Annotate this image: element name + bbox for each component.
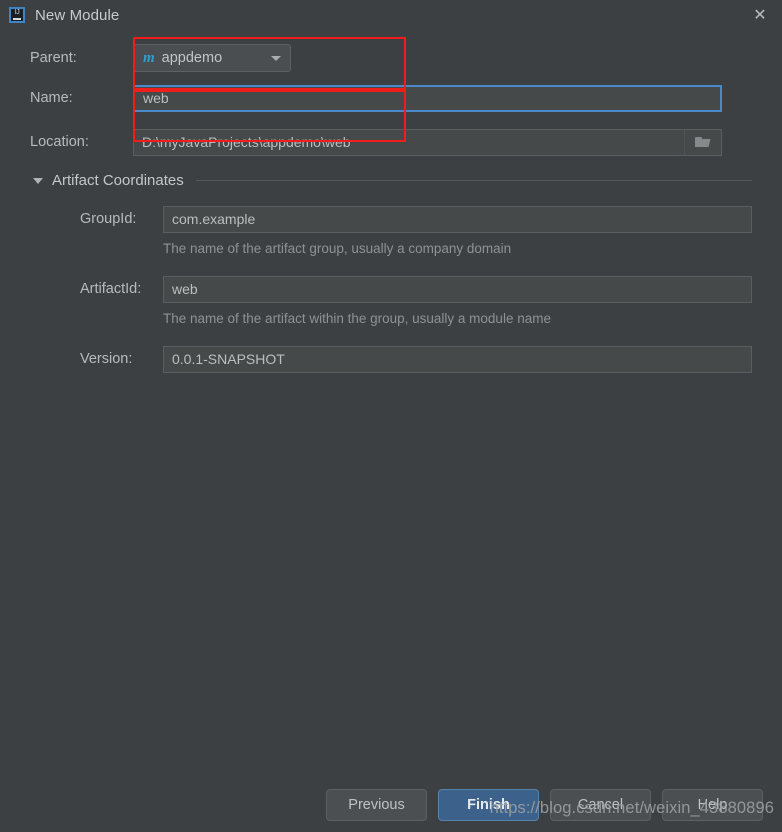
- version-row: Version: 0.0.1-SNAPSHOT: [0, 343, 782, 375]
- artifact-id-input[interactable]: web: [163, 275, 752, 303]
- section-divider: [195, 180, 752, 181]
- artifact-coordinates-title: Artifact Coordinates: [52, 172, 184, 189]
- finish-button[interactable]: Finish: [438, 789, 539, 821]
- intellij-idea-icon: IJ: [9, 7, 25, 23]
- name-label: Name:: [30, 90, 73, 106]
- location-label: Location:: [30, 134, 89, 150]
- artifact-id-label: ArtifactId:: [80, 281, 142, 297]
- title-bar: IJ New Module ✕: [0, 0, 782, 30]
- dialog-button-bar: Previous Finish Cancel Help: [0, 789, 782, 821]
- help-button[interactable]: Help: [662, 789, 763, 821]
- parent-dropdown[interactable]: m appdemo: [133, 44, 291, 72]
- version-input[interactable]: 0.0.1-SNAPSHOT: [163, 345, 752, 373]
- group-id-row: GroupId: com.example: [0, 203, 782, 235]
- cancel-button[interactable]: Cancel: [550, 789, 651, 821]
- group-id-input[interactable]: com.example: [163, 205, 752, 233]
- artifact-id-hint: The name of the artifact within the grou…: [163, 310, 551, 326]
- location-field-wrapper: D:\myJavaProjects\appdemo\web: [133, 128, 722, 156]
- triangle-down-icon: [33, 177, 43, 184]
- parent-label: Parent:: [30, 50, 77, 66]
- new-module-form: Parent: m appdemo Name: web Location: D:…: [0, 30, 782, 375]
- name-row: Name: web: [0, 82, 782, 114]
- artifact-id-row: ArtifactId: web: [0, 273, 782, 305]
- close-icon[interactable]: ✕: [750, 6, 770, 26]
- version-label: Version:: [80, 351, 133, 367]
- location-row: Location: D:\myJavaProjects\appdemo\web: [0, 126, 782, 158]
- parent-value: appdemo: [161, 50, 223, 66]
- maven-module-icon: m: [143, 49, 155, 66]
- folder-icon[interactable]: [684, 129, 721, 155]
- location-input[interactable]: D:\myJavaProjects\appdemo\web: [133, 128, 722, 156]
- artifact-coordinates-section-header[interactable]: Artifact Coordinates: [0, 172, 782, 189]
- name-input[interactable]: web: [133, 84, 722, 112]
- group-id-hint: The name of the artifact group, usually …: [163, 240, 512, 256]
- group-id-label: GroupId:: [80, 211, 137, 227]
- parent-row: Parent: m appdemo: [0, 42, 782, 74]
- previous-button[interactable]: Previous: [326, 789, 427, 821]
- window-title: New Module: [35, 6, 120, 24]
- chevron-down-icon: [271, 55, 281, 61]
